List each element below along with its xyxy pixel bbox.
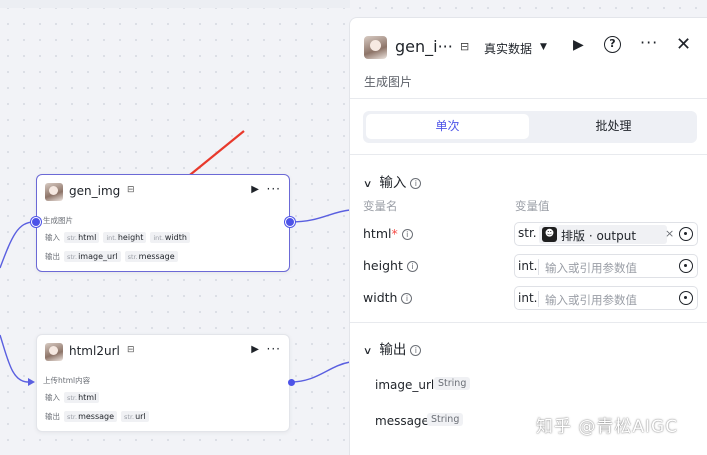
store-icon: ⊟: [460, 40, 470, 53]
param-input-width[interactable]: int. 输入或引用参数值: [514, 286, 698, 310]
output-tag: str.message: [64, 411, 118, 422]
node-avatar: [45, 183, 63, 201]
input-placeholder: 输入或引用参数值: [545, 261, 637, 275]
variable-picker-icon[interactable]: [679, 227, 693, 241]
param-label-html: html* i: [363, 226, 413, 241]
output-type-badge: String: [434, 377, 471, 390]
inputs-label: 输入: [45, 233, 60, 242]
output-section-toggle[interactable]: ∨ 输出 i: [362, 338, 422, 358]
outputs-label: 输出: [45, 252, 60, 261]
output-tag: str.url: [121, 411, 149, 422]
info-icon: i: [410, 177, 422, 189]
node-more-button[interactable]: ···: [267, 342, 281, 356]
variable-picker-icon[interactable]: [679, 259, 693, 273]
node-html2url[interactable]: html2url ⊟ ▶ ··· 上传html内容 输入 str.html 输出…: [36, 334, 290, 432]
column-header-value: 变量值: [515, 199, 550, 213]
node-outputs-row: 输出 str.message str.url: [45, 411, 149, 422]
info-icon: i: [410, 344, 422, 356]
outputs-label: 输出: [45, 412, 60, 421]
help-icon[interactable]: ?: [604, 36, 621, 53]
tab-single[interactable]: 单次: [366, 114, 529, 139]
caret-down-icon[interactable]: ▼: [540, 42, 547, 52]
input-placeholder: 输入或引用参数值: [545, 293, 637, 307]
output-name: message: [375, 414, 429, 428]
edge-gen-img-out: [289, 209, 351, 223]
node-description: 上传html内容: [43, 376, 91, 385]
node-description: 生成图片: [43, 216, 73, 225]
panel-description: 生成图片: [364, 75, 413, 89]
run-button[interactable]: ▶: [573, 37, 584, 53]
node-more-button[interactable]: ···: [267, 182, 281, 196]
chevron-down-icon: ∨: [362, 346, 373, 357]
edge-into-gen-img: [0, 221, 35, 269]
node-gen-img[interactable]: gen_img ⊟ ▶ ··· 生成图片 输入 str.html int.hei…: [36, 174, 290, 272]
type-label: int.: [518, 259, 538, 273]
more-options-button[interactable]: ···: [640, 33, 658, 52]
reference-chip[interactable]: ☻ 排版 · output: [539, 225, 667, 244]
run-node-button[interactable]: ▶: [251, 344, 259, 355]
tab-batch[interactable]: 批处理: [532, 114, 695, 139]
param-label-width: width i: [363, 290, 413, 305]
reference-text: 排版 · output: [561, 229, 637, 243]
node-title: gen_img: [69, 184, 121, 198]
variable-picker-icon[interactable]: [679, 291, 693, 305]
type-label: str.: [518, 226, 537, 240]
input-tag: str.html: [64, 232, 100, 243]
node-inputs-row: 输入 str.html int.height int.width: [45, 232, 190, 243]
html2url-output-port[interactable]: [288, 379, 295, 386]
output-type-badge: String: [427, 413, 464, 426]
gen-img-output-port[interactable]: [285, 217, 295, 227]
info-icon: i: [401, 293, 413, 304]
node-detail-panel: gen_i··· ⊟ 真实数据 ▼ ▶ ? ··· ✕ 生成图片 单次 批处理 …: [349, 17, 707, 455]
divider: [350, 322, 707, 323]
store-icon: ⊟: [127, 185, 135, 195]
input-section-toggle[interactable]: ∨ 输入 i: [362, 171, 422, 191]
input-tag: int.height: [103, 232, 147, 243]
panel-avatar: [364, 36, 387, 59]
clear-reference-button[interactable]: ×: [665, 227, 674, 240]
param-input-height[interactable]: int. 输入或引用参数值: [514, 254, 698, 278]
edge-into-html2url: [0, 334, 29, 383]
divider: [350, 154, 707, 155]
inputs-label: 输入: [45, 393, 60, 402]
panel-title: gen_i···: [395, 37, 453, 56]
run-mode-tabs: 单次 批处理: [363, 111, 697, 143]
edge-arrowhead: [28, 378, 35, 386]
output-name: image_url: [375, 378, 435, 392]
param-label-height: height i: [363, 258, 418, 273]
info-icon: i: [406, 261, 418, 272]
node-avatar: [45, 343, 63, 361]
info-icon: i: [401, 229, 413, 240]
divider: [350, 98, 707, 99]
node-inputs-row: 输入 str.html: [45, 392, 100, 403]
close-panel-button[interactable]: ✕: [676, 34, 691, 55]
watermark: 知乎 @青松AIGC: [536, 417, 679, 437]
column-header-name: 变量名: [363, 199, 398, 213]
node-header: html2url ⊟ ▶ ···: [45, 342, 281, 365]
run-node-button[interactable]: ▶: [251, 184, 259, 195]
node-outputs-row: 输出 str.image_url str.message: [45, 251, 178, 262]
data-mode-select[interactable]: 真实数据: [484, 40, 532, 57]
chevron-down-icon: ∨: [362, 179, 373, 190]
ghost-icon: ☻: [542, 227, 557, 242]
edge-html2url-out: [289, 361, 351, 383]
node-title: html2url: [69, 344, 120, 358]
param-input-html[interactable]: str. ☻ 排版 · output ×: [514, 222, 698, 246]
separator: [538, 291, 539, 307]
separator: [538, 259, 539, 275]
output-tag: str.image_url: [64, 251, 121, 262]
type-label: int.: [518, 291, 538, 305]
output-tag: str.message: [124, 251, 178, 262]
input-tag: int.width: [150, 232, 190, 243]
gen-img-input-port[interactable]: [31, 217, 41, 227]
input-tag: str.html: [64, 392, 100, 403]
node-header: gen_img ⊟ ▶ ···: [45, 182, 281, 205]
panel-header: gen_i··· ⊟ 真实数据 ▼ ▶ ? ··· ✕: [364, 33, 697, 60]
store-icon: ⊟: [127, 345, 135, 355]
